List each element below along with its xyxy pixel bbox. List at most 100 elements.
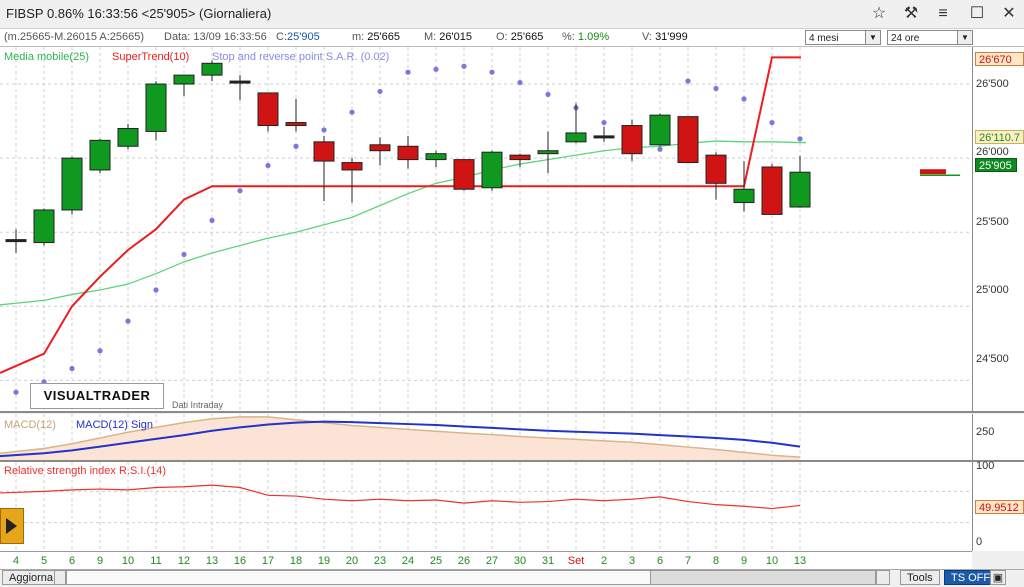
candle-body <box>509 154 531 161</box>
sar-dot <box>321 127 327 133</box>
sar-dot <box>601 119 607 126</box>
date-tick-label: 10 <box>121 555 135 567</box>
date-tick-label: 10 <box>765 555 779 567</box>
date-tick-label: 25 <box>429 555 443 567</box>
candle-body <box>173 74 195 85</box>
price-tick-label: 26'500 <box>976 78 1009 90</box>
candle-body <box>621 125 643 155</box>
date-tick-label: 23 <box>373 555 387 567</box>
candle-body <box>649 114 671 146</box>
candle-body <box>201 62 223 76</box>
sar-dot <box>69 365 75 372</box>
supertrend-price-box: 26'670 <box>975 52 1024 66</box>
legend-supertrend: SuperTrend(10) <box>112 51 190 63</box>
sar-dot <box>13 389 19 395</box>
moving-average-price-box: 26'110.7 <box>975 130 1024 144</box>
candle-body <box>593 135 615 139</box>
candle-body <box>705 154 727 184</box>
candle-body <box>285 122 307 127</box>
legend-sar: Stop and reverse point S.A.R. (0.02) <box>212 51 390 63</box>
candle-body <box>257 92 279 127</box>
sar-dot <box>237 188 243 194</box>
candle-body <box>5 239 27 243</box>
candle-body <box>313 141 335 162</box>
date-tick-label: 6 <box>656 555 664 567</box>
aggiorna-button[interactable]: Aggiorna <box>2 570 61 585</box>
chart-canvas[interactable] <box>0 0 1024 586</box>
sar-dot <box>209 217 215 223</box>
price-tick-label: 24'500 <box>976 353 1009 365</box>
date-tick-label: 8 <box>712 555 720 567</box>
candle-body <box>145 83 167 132</box>
candle-body <box>425 153 447 161</box>
legend-rsi: Relative strength index R.S.I.(14) <box>4 465 167 477</box>
candle-body <box>761 166 783 215</box>
sar-dot <box>713 85 719 92</box>
price-tick-label: 25'500 <box>976 216 1009 228</box>
scroll-right-button[interactable] <box>876 570 890 585</box>
sar-dot <box>405 69 411 75</box>
data-source-label: Dati Intraday <box>172 400 224 410</box>
legend-macd-sign: MACD(12) Sign <box>76 419 154 431</box>
date-tick-label: 18 <box>289 555 303 567</box>
side-expand-button[interactable] <box>0 508 24 544</box>
play-arrow-icon <box>6 518 17 534</box>
scrollbar-thumb[interactable] <box>650 570 876 585</box>
candle-body <box>481 151 503 189</box>
date-tick-label: 20 <box>345 555 359 567</box>
date-tick-label: 4 <box>12 555 20 567</box>
date-tick-label: 9 <box>740 555 748 567</box>
date-tick-label: 19 <box>317 555 331 567</box>
sar-dot <box>265 162 271 169</box>
date-tick-label: 17 <box>261 555 275 567</box>
macd-tick-label: 250 <box>976 426 995 438</box>
rsi-tick-label: 100 <box>976 460 995 472</box>
sar-dot <box>125 318 131 324</box>
legend-macd: MACD(12) <box>4 419 56 431</box>
candle-body <box>397 145 419 161</box>
sar-dot <box>181 251 187 258</box>
candle-body <box>117 127 139 147</box>
candle-body <box>369 144 391 152</box>
tools-button[interactable]: Tools <box>900 570 940 585</box>
date-tick-label: 26 <box>457 555 471 567</box>
panel-toggle-button[interactable]: ▣ <box>990 570 1006 585</box>
date-tick-label: 3 <box>628 555 636 567</box>
candle-body <box>341 162 363 171</box>
candle-body <box>733 188 755 204</box>
candle-body <box>229 80 251 84</box>
date-tick-label: 2 <box>600 555 608 567</box>
visualtrader-logo: VISUALTRADER <box>30 383 164 409</box>
candle-body <box>89 139 111 171</box>
sar-dot <box>545 91 551 98</box>
sar-dot <box>461 63 467 69</box>
sar-dot <box>349 109 355 115</box>
date-tick-label: 11 <box>150 555 162 567</box>
price-tick-label: 26'000 <box>976 146 1009 158</box>
scroll-left-button[interactable] <box>54 570 66 585</box>
candle-body <box>453 159 475 190</box>
date-tick-label: 9 <box>96 555 104 567</box>
moving-average-line <box>0 140 806 306</box>
sar-dot <box>657 146 663 152</box>
rsi-line <box>0 484 801 510</box>
date-tick-label: 6 <box>68 555 76 567</box>
date-tick-label: 13 <box>793 555 807 567</box>
candle-body <box>677 116 699 164</box>
date-axis[interactable]: 4 5 6 9 10 11 12 13 16 17 18 19 20 23 24 25 26 27 30 31 Set 2… <box>0 551 972 570</box>
last-price-box: 25'905 <box>975 158 1017 172</box>
date-tick-label: 27 <box>485 555 499 567</box>
last-candle-marker <box>920 169 946 175</box>
candle-body <box>565 132 587 143</box>
sar-dot <box>741 96 747 102</box>
date-tick-label: 7 <box>684 555 692 567</box>
sar-dot <box>293 143 299 149</box>
supertrend-line <box>0 56 801 374</box>
sar-dot <box>153 287 159 293</box>
sar-dot <box>377 88 383 95</box>
sar-dot <box>769 119 775 126</box>
date-tick-label: 24 <box>401 555 415 567</box>
candle-body <box>33 209 55 244</box>
date-tick-label: 12 <box>177 555 191 567</box>
date-tick-label: 31 <box>541 555 555 567</box>
